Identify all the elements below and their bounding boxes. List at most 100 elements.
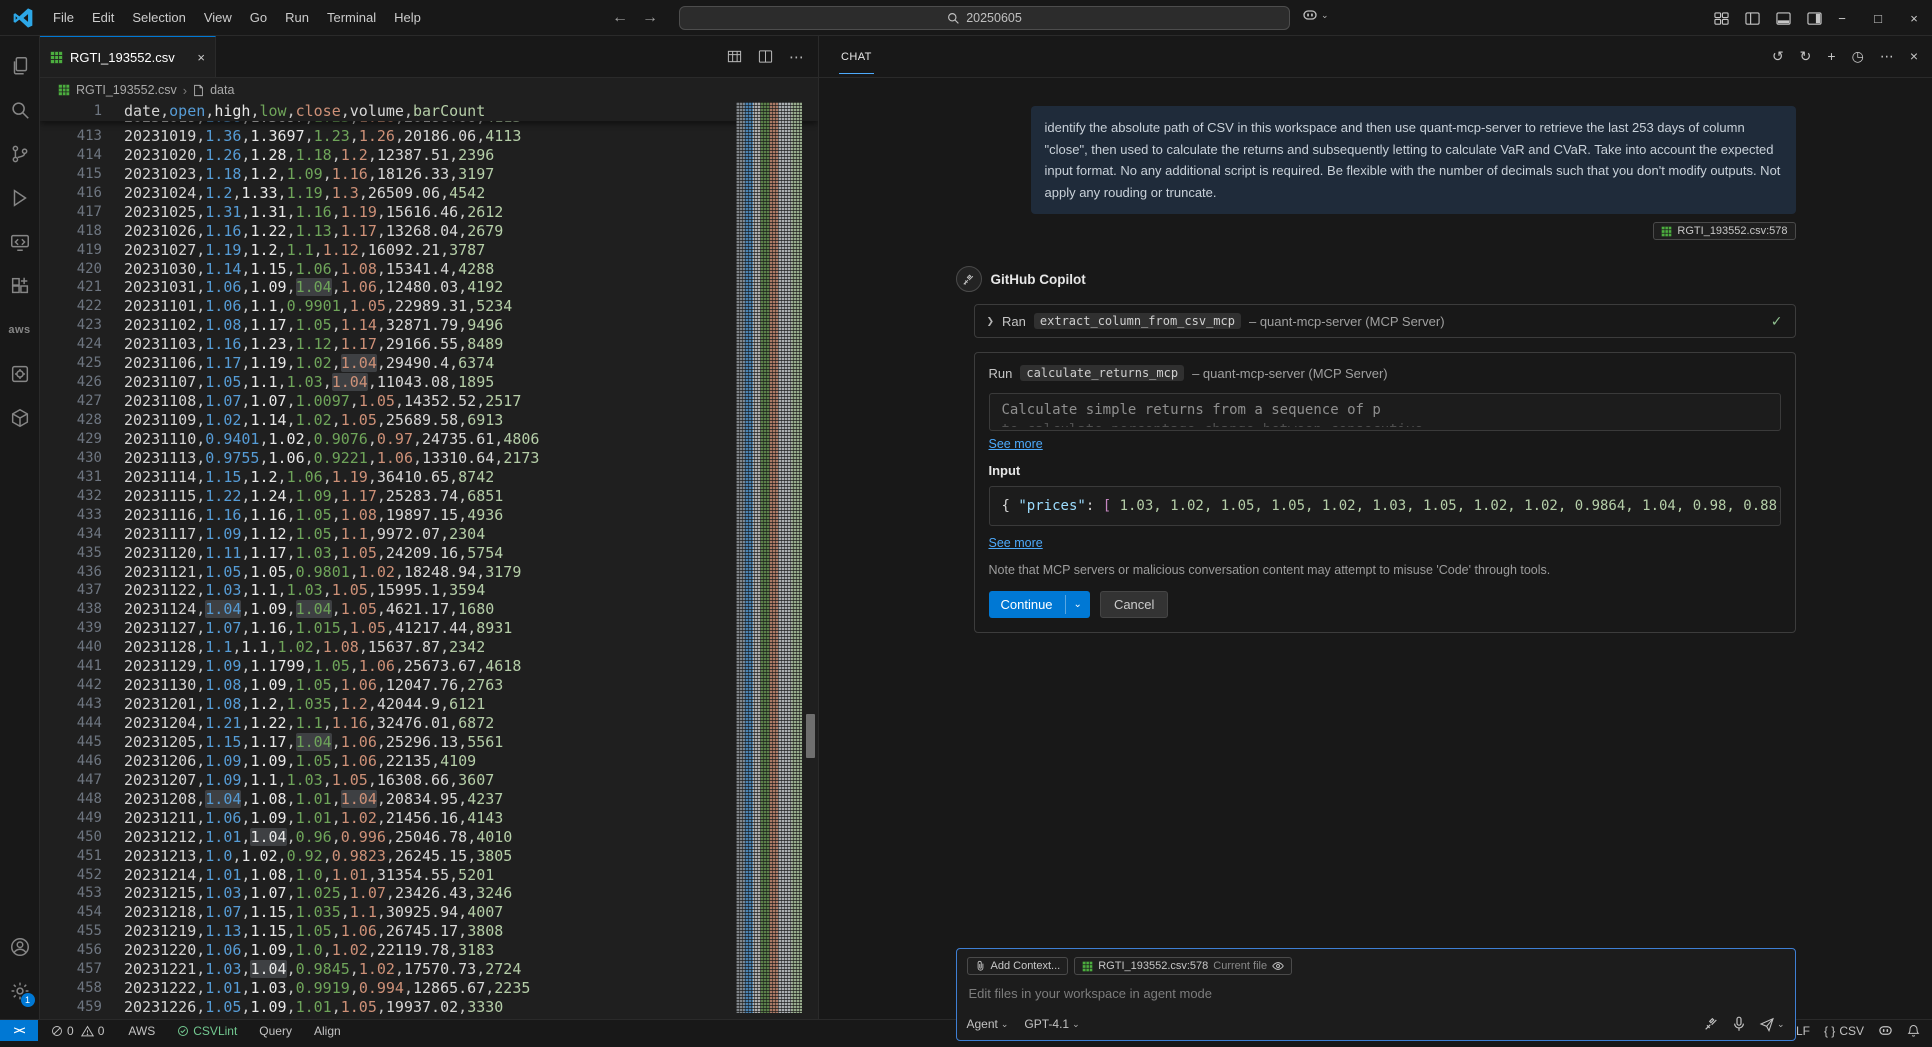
- undo-edit-icon[interactable]: ↺: [1772, 48, 1784, 65]
- window-minimize-button[interactable]: −: [1824, 0, 1860, 36]
- window-maximize-button[interactable]: □: [1860, 0, 1896, 36]
- language-mode[interactable]: { } CSV: [1817, 1024, 1871, 1038]
- eye-icon[interactable]: [1272, 961, 1284, 971]
- aws-icon[interactable]: aws: [0, 308, 40, 352]
- nav-back-icon[interactable]: ←: [612, 9, 628, 27]
- menu-edit[interactable]: Edit: [83, 6, 123, 29]
- cancel-button[interactable]: Cancel: [1100, 591, 1168, 618]
- code-line[interactable]: 43920231127,1.07,1.16,1.015,1.05,41217.4…: [40, 619, 818, 638]
- window-close-button[interactable]: ×: [1896, 0, 1932, 36]
- code-line[interactable]: 42720231108,1.07,1.07,1.0097,1.05,14352.…: [40, 392, 818, 411]
- code-line[interactable]: 41320231019,1.36,1.3697,1.23,1.26,20186.…: [40, 127, 818, 146]
- code-line[interactable]: 41620231024,1.2,1.33,1.19,1.3,26509.06,4…: [40, 184, 818, 203]
- code-line[interactable]: 44820231208,1.04,1.08,1.01,1.04,20834.95…: [40, 790, 818, 809]
- code-line[interactable]: 43120231114,1.15,1.2,1.06,1.19,36410.65,…: [40, 468, 818, 487]
- code-line[interactable]: 44120231129,1.09,1.1799,1.05,1.06,25673.…: [40, 657, 818, 676]
- code-line[interactable]: 1date,open,high,low,close,volume,barCoun…: [40, 102, 818, 121]
- code-line[interactable]: 43620231121,1.05,1.05,0.9801,1.02,18248.…: [40, 563, 818, 582]
- code-line[interactable]: 45220231214,1.01,1.08,1.0,1.01,31354.55,…: [40, 866, 818, 885]
- continue-dropdown-icon[interactable]: ⌄: [1066, 591, 1090, 618]
- code-line[interactable]: 42920231110,0.9401,1.02,0.9076,0.97,2473…: [40, 430, 818, 449]
- code-line[interactable]: 20231019,1.36,1.3697,1.23,1.26,20186.06,…: [40, 121, 818, 127]
- model-dropdown[interactable]: GPT-4.1 ⌄: [1024, 1017, 1079, 1031]
- containers-icon[interactable]: [0, 396, 40, 440]
- code-rows[interactable]: 41320231019,1.36,1.3697,1.23,1.26,20186.…: [40, 127, 818, 1017]
- agent-mode-dropdown[interactable]: Agent ⌄: [967, 1017, 1009, 1031]
- code-line[interactable]: 41820231026,1.16,1.22,1.13,1.17,13268.04…: [40, 222, 818, 241]
- code-line[interactable]: 43420231117,1.09,1.12,1.05,1.1,9972.07,2…: [40, 525, 818, 544]
- minimap[interactable]: [736, 102, 802, 1013]
- current-file-chip[interactable]: RGTI_193552.csv:578 Current file: [1074, 957, 1292, 975]
- problems-indicator[interactable]: 0 0: [44, 1020, 111, 1041]
- code-line[interactable]: 44620231206,1.09,1.09,1.05,1.06,22135,41…: [40, 752, 818, 771]
- more-actions-icon[interactable]: ⋯: [789, 48, 804, 66]
- code-line[interactable]: 41520231023,1.18,1.2,1.09,1.16,18126.33,…: [40, 165, 818, 184]
- new-chat-icon[interactable]: +: [1827, 48, 1835, 65]
- align-status[interactable]: Align: [307, 1020, 348, 1041]
- settings-gear-icon[interactable]: 1: [0, 969, 40, 1013]
- split-editor-icon[interactable]: [758, 49, 773, 64]
- notifications-bell-icon[interactable]: [1900, 1024, 1932, 1038]
- tab-chat[interactable]: CHAT: [839, 39, 874, 74]
- code-line[interactable]: 43520231120,1.11,1.17,1.03,1.05,24209.16…: [40, 544, 818, 563]
- run-debug-icon[interactable]: [0, 176, 40, 220]
- code-line[interactable]: 41720231025,1.31,1.31,1.16,1.19,15616.46…: [40, 203, 818, 222]
- code-line[interactable]: 44020231128,1.1,1.1,1.02,1.08,15637.87,2…: [40, 638, 818, 657]
- code-line[interactable]: 43820231124,1.04,1.09,1.04,1.05,4621.17,…: [40, 600, 818, 619]
- code-line[interactable]: 42120231031,1.06,1.09,1.04,1.06,12480.03…: [40, 278, 818, 297]
- breadcrumb-symbol[interactable]: data: [210, 83, 234, 97]
- chat-input-placeholder[interactable]: Edit files in your workspace in agent mo…: [969, 986, 1785, 1001]
- see-more-link-2[interactable]: See more: [989, 536, 1043, 550]
- microphone-icon[interactable]: [1732, 1016, 1746, 1032]
- aws-status[interactable]: AWS: [121, 1020, 162, 1041]
- menu-view[interactable]: View: [195, 6, 241, 29]
- breadcrumb[interactable]: RGTI_193552.csv › data: [40, 78, 818, 102]
- see-more-link[interactable]: See more: [989, 437, 1043, 451]
- menu-go[interactable]: Go: [241, 6, 276, 29]
- toggle-secondary-sidebar-icon[interactable]: [1807, 11, 1822, 26]
- code-line[interactable]: 44320231201,1.08,1.2,1.035,1.2,42044.9,6…: [40, 695, 818, 714]
- nav-forward-icon[interactable]: →: [642, 9, 658, 27]
- tab-close-icon[interactable]: ×: [197, 50, 205, 65]
- redo-edit-icon[interactable]: ↻: [1800, 48, 1812, 65]
- attachment-chip[interactable]: RGTI_193552.csv:578: [1653, 222, 1795, 240]
- editor-body[interactable]: 1date,open,high,low,close,volume,barCoun…: [40, 102, 818, 1019]
- code-line[interactable]: 44920231211,1.06,1.09,1.01,1.02,21456.16…: [40, 809, 818, 828]
- account-icon[interactable]: [0, 925, 40, 969]
- code-line[interactable]: 42420231103,1.16,1.23,1.12,1.17,29166.55…: [40, 335, 818, 354]
- code-line[interactable]: 45420231218,1.07,1.15,1.035,1.1,30925.94…: [40, 903, 818, 922]
- continue-button[interactable]: Continue ⌄: [989, 591, 1090, 618]
- chat-close-icon[interactable]: ×: [1910, 48, 1918, 65]
- code-line[interactable]: 42620231107,1.05,1.1,1.03,1.04,11043.08,…: [40, 373, 818, 392]
- tab-rgti-csv[interactable]: RGTI_193552.csv ×: [40, 36, 216, 77]
- continue-label[interactable]: Continue: [989, 591, 1065, 618]
- code-line[interactable]: 45720231221,1.03,1.04,0.9845,1.02,17570.…: [40, 960, 818, 979]
- add-context-button[interactable]: Add Context...: [967, 957, 1069, 975]
- extensions-icon[interactable]: [0, 264, 40, 308]
- code-line[interactable]: 42820231109,1.02,1.14,1.02,1.05,25689.58…: [40, 411, 818, 430]
- code-line[interactable]: 42220231101,1.06,1.1,0.9901,1.05,22989.3…: [40, 297, 818, 316]
- chat-more-icon[interactable]: ⋯: [1880, 48, 1894, 65]
- csvlint-status[interactable]: CSVLint: [170, 1020, 244, 1041]
- code-line[interactable]: 43720231122,1.03,1.1,1.03,1.05,15995.1,3…: [40, 581, 818, 600]
- tools-icon[interactable]: [1703, 1016, 1719, 1032]
- code-line[interactable]: 45020231212,1.01,1.04,0.96,0.996,25046.7…: [40, 828, 818, 847]
- menu-selection[interactable]: Selection: [123, 6, 194, 29]
- infrastructure-composer-icon[interactable]: [0, 352, 40, 396]
- code-line[interactable]: 45820231222,1.01,1.03,0.9919,0.994,12865…: [40, 979, 818, 998]
- tool-input-json[interactable]: { "prices": [ 1.03, 1.02, 1.05, 1.05, 1.…: [989, 486, 1781, 526]
- send-icon[interactable]: ⌄: [1759, 1016, 1785, 1032]
- code-line[interactable]: 42520231106,1.17,1.19,1.02,1.04,29490.4,…: [40, 354, 818, 373]
- code-line[interactable]: 43220231115,1.22,1.24,1.09,1.17,25283.74…: [40, 487, 818, 506]
- menu-file[interactable]: File: [44, 6, 83, 29]
- code-line[interactable]: 45320231215,1.03,1.07,1.025,1.07,23426.4…: [40, 884, 818, 903]
- code-line[interactable]: 44520231205,1.15,1.17,1.04,1.06,25296.13…: [40, 733, 818, 752]
- menu-terminal[interactable]: Terminal: [318, 6, 385, 29]
- code-line[interactable]: 42320231102,1.08,1.17,1.05,1.14,32871.79…: [40, 316, 818, 335]
- explorer-icon[interactable]: [0, 44, 40, 88]
- code-line[interactable]: 43020231113,0.9755,1.06,0.9221,1.06,1331…: [40, 449, 818, 468]
- source-control-icon[interactable]: [0, 132, 40, 176]
- search-sidebar-icon[interactable]: [0, 88, 40, 132]
- code-line[interactable]: 41420231020,1.26,1.28,1.18,1.2,12387.51,…: [40, 146, 818, 165]
- remote-explorer-icon[interactable]: [0, 220, 40, 264]
